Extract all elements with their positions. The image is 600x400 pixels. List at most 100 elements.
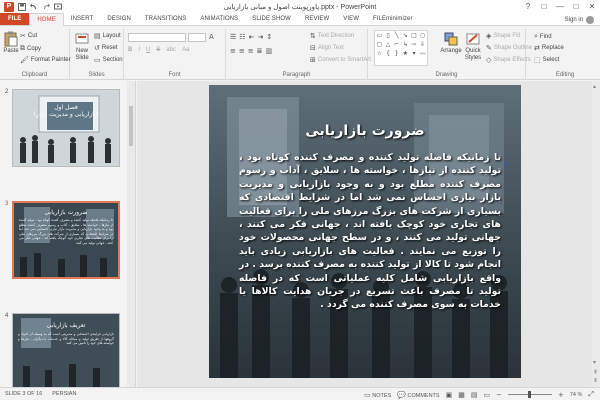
align-left-icon[interactable]: ≡ [230, 47, 236, 55]
align-right-icon[interactable]: ≡ [248, 47, 254, 55]
shape-freeform-icon[interactable]: 〰 [420, 49, 426, 58]
close-icon[interactable]: ✕ [584, 0, 600, 13]
shape-line-icon[interactable]: ╲ [395, 32, 399, 39]
scrollbar-thumb[interactable] [129, 106, 133, 146]
reset-button[interactable]: ↺ Reset [94, 44, 118, 52]
select-button[interactable]: ⬚ Select [534, 56, 559, 64]
shadow-button[interactable]: abc [166, 47, 176, 53]
shape-elbow-arrow-icon[interactable]: ↳ [403, 41, 408, 48]
zoom-slider[interactable] [507, 391, 552, 398]
zoom-out-icon[interactable]: − [496, 391, 502, 399]
italic-button[interactable]: I [138, 47, 140, 53]
layout-button[interactable]: ▤ Layout [94, 32, 121, 40]
zoom-in-icon[interactable]: + [558, 391, 564, 399]
slide-body-text[interactable]: تا زمانیکه فاصله تولید کننده و مصرف کنند… [239, 151, 501, 312]
replace-button[interactable]: ⇄ Replace [534, 44, 564, 52]
numbering-icon[interactable]: ☷ [239, 33, 245, 41]
section-button[interactable]: ▭ Section [94, 56, 123, 64]
reading-view-icon[interactable]: ▤ [471, 391, 478, 399]
tab-slide-show[interactable]: SLIDE SHOW [245, 13, 298, 25]
strikethrough-button[interactable]: S [156, 47, 160, 53]
decrease-indent-icon[interactable]: ⇤ [249, 33, 255, 41]
quick-styles-button[interactable]: Quick Styles [462, 31, 484, 62]
slide-title[interactable]: ضرورت بازاریابی [209, 123, 521, 139]
shape-star-icon[interactable]: ☆ [377, 50, 382, 57]
change-case-button[interactable]: Aa [182, 47, 189, 53]
justify-icon[interactable]: ≣ [257, 47, 263, 55]
text-direction-button[interactable]: ⇅ Text Direction [310, 32, 354, 40]
shape-textbox-icon[interactable]: ▭ [376, 32, 382, 39]
format-painter-button[interactable]: 🖌 Format Painter [20, 56, 71, 64]
slide-show-view-icon[interactable]: ▭ [483, 391, 490, 399]
help-icon[interactable]: ? [520, 0, 536, 13]
tab-fileminimizer[interactable]: FILEminimizer [366, 13, 420, 25]
tab-animations[interactable]: ANIMATIONS [193, 13, 245, 25]
slide-thumbnail-3[interactable]: ضرورت بازاریابی تا زمانیکه فاصله تولید ک… [12, 201, 120, 279]
current-slide[interactable]: ضرورت بازاریابی تا زمانیکه فاصله تولید ک… [209, 85, 521, 378]
undo-icon[interactable] [29, 2, 38, 11]
shape-vtextbox-icon[interactable]: ▯ [386, 32, 389, 39]
minimize-icon[interactable]: — [552, 0, 568, 13]
shape-outline-button[interactable]: ✎ Shape Outline [486, 44, 532, 52]
line-spacing-icon[interactable]: ↕ [266, 33, 272, 41]
shape-right-arrow-icon[interactable]: ⇨ [411, 41, 416, 48]
find-button[interactable]: ⌕ Find [534, 32, 552, 41]
tab-view[interactable]: VIEW [336, 13, 366, 25]
shape-brace-right-icon[interactable]: } [395, 50, 399, 57]
increase-indent-icon[interactable]: ⇥ [257, 33, 263, 41]
notes-button[interactable]: ▭ NOTES [364, 391, 391, 399]
tab-design[interactable]: DESIGN [100, 13, 138, 25]
scroll-up-icon[interactable]: ▴ [593, 83, 596, 90]
zoom-slider-knob[interactable] [527, 391, 531, 398]
convert-smartart-button[interactable]: ⊞ Convert to SmartArt [310, 56, 371, 64]
bullets-icon[interactable]: ☰ [230, 33, 236, 41]
columns-icon[interactable]: ▥ [266, 47, 273, 55]
shape-arrow-line-icon[interactable]: ↘ [403, 32, 408, 39]
normal-view-icon[interactable]: ▣ [446, 391, 453, 399]
font-name-combo[interactable] [128, 33, 186, 42]
paste-button[interactable]: Paste [2, 31, 20, 55]
language-indicator[interactable]: PERSIAN [52, 391, 76, 397]
slideshow-icon[interactable] [53, 2, 62, 11]
font-size-combo[interactable] [188, 33, 206, 42]
maximize-icon[interactable]: □ [568, 0, 584, 13]
slide-thumbnail-4[interactable]: تعریف بازاریابی بازاریابی فرایندی اجتماع… [12, 313, 120, 387]
cut-button[interactable]: ✂ Cut [20, 32, 37, 40]
slide-thumbnail-2[interactable]: فصل اول (بازاریابی و مدیریت بازار) [12, 89, 120, 167]
bold-button[interactable]: B [128, 47, 132, 53]
shape-elbow-icon[interactable]: ⌐ [394, 41, 399, 48]
fit-to-window-icon[interactable]: ⤢ [588, 390, 594, 399]
copy-button[interactable]: ⧉ Copy [20, 44, 41, 53]
shape-star-filled-icon[interactable]: ★ [403, 50, 408, 57]
slide-sorter-icon[interactable]: ▦ [458, 391, 465, 399]
shape-rect-icon[interactable]: □ [411, 32, 417, 39]
thumbnail-scrollbar[interactable] [127, 81, 135, 387]
shape-triangle-icon[interactable]: △ [386, 41, 391, 48]
shape-fill-button[interactable]: ◈ Shape Fill [486, 32, 520, 40]
next-slide-icon[interactable]: ⇟ [593, 377, 598, 384]
shape-oval-icon[interactable]: ○ [420, 32, 425, 39]
ribbon-display-icon[interactable]: □ [536, 0, 552, 13]
grow-font-button[interactable]: A [209, 33, 214, 41]
tab-home[interactable]: HOME [29, 13, 64, 26]
sign-in[interactable]: Sign in [565, 16, 594, 24]
shape-more-icon[interactable]: ▾ [412, 50, 415, 57]
underline-button[interactable]: U [146, 47, 150, 53]
tab-file[interactable]: FILE [0, 13, 30, 25]
align-center-icon[interactable]: ≡ [239, 47, 245, 55]
align-text-button[interactable]: ⊟ Align Text [310, 44, 344, 52]
shape-rounded-rect-icon[interactable]: ▢ [376, 41, 382, 48]
shape-brace-left-icon[interactable]: { [386, 50, 390, 57]
prev-slide-icon[interactable]: ⇞ [593, 369, 598, 376]
arrange-button[interactable]: Arrange [440, 31, 462, 55]
tab-review[interactable]: REVIEW [298, 13, 336, 25]
editor-scrollbar[interactable]: ▴ ▾ ⇞ ⇟ [592, 81, 600, 387]
new-slide-button[interactable]: New Slide [72, 31, 92, 62]
shape-down-arrow-icon[interactable]: ⇩ [420, 41, 425, 48]
shapes-gallery[interactable]: ▭ ▯ ╲ ↘ □ ○ ▢ △ ⌐ ↳ ⇨ ⇩ ☆ { } ★ ▾ 〰 [374, 30, 428, 66]
save-icon[interactable] [17, 2, 26, 11]
redo-icon[interactable] [41, 2, 50, 11]
zoom-level[interactable]: 74 % [570, 392, 583, 398]
tab-insert[interactable]: INSERT [64, 13, 101, 25]
shape-effects-button[interactable]: ◇ Shape Effects [486, 56, 531, 64]
